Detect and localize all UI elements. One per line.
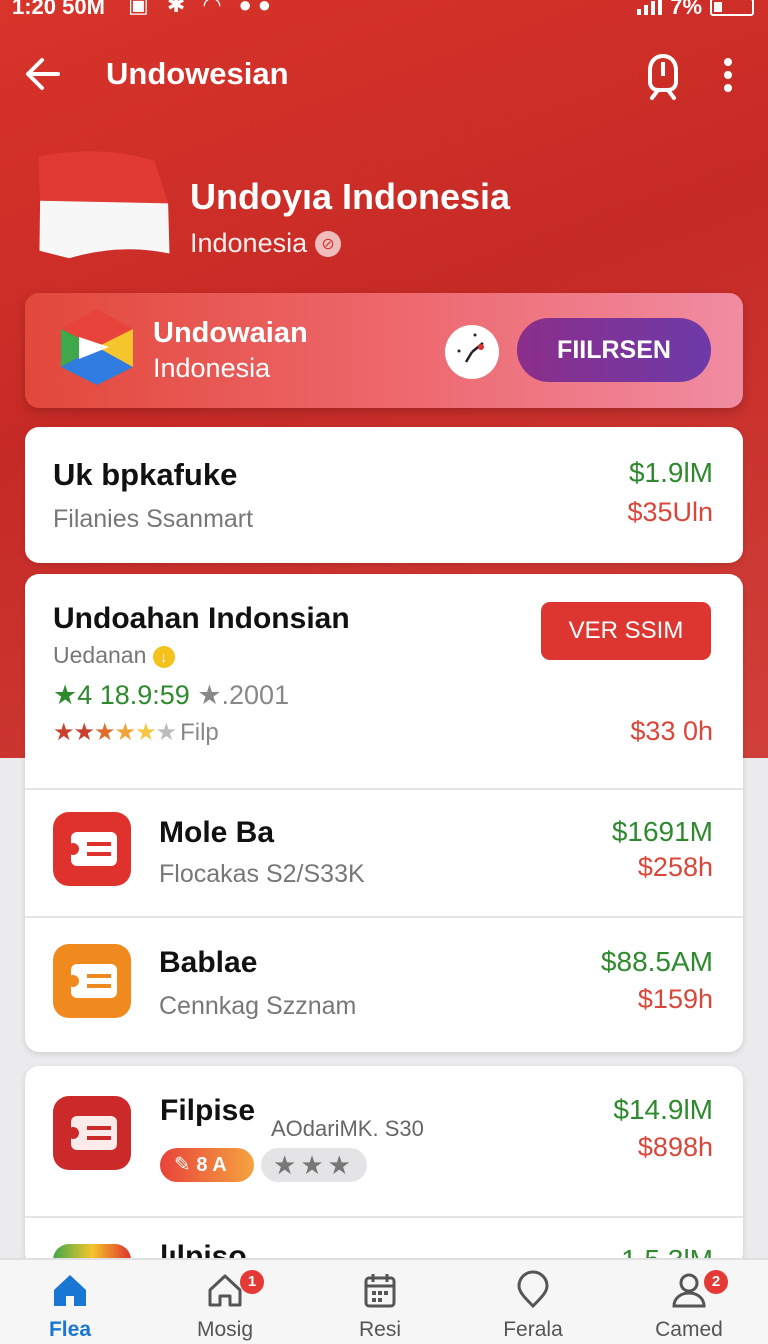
nav-label: Camed	[655, 1318, 723, 1341]
promo-banner[interactable]: Undowaian Indonesia FIILRSEN	[25, 293, 743, 408]
country-header: Undoyıa Indonesia Indonesia ⊘	[190, 176, 510, 259]
summary-title: Uk bpkafuke	[53, 457, 238, 492]
verified-icon: ⊘	[315, 230, 342, 257]
promo-subtitle: Indonesia	[153, 353, 271, 383]
summary-card[interactable]: Uk bpkafuke Filanies Ssanmart $1.9lM $35…	[25, 427, 743, 563]
list-item-title: Bablae	[159, 946, 258, 979]
list-item-subtitle: Flocakas S2/S33K	[159, 860, 365, 888]
back-arrow-icon[interactable]	[22, 52, 66, 96]
bottom-card-title: Filpise	[160, 1094, 256, 1127]
country-subtitle-row: Indonesia ⊘	[190, 228, 510, 259]
pencil-icon: ✎	[174, 1154, 197, 1176]
country-name: Undoyıa Indonesia	[190, 176, 511, 217]
status-time: 1:20 50M	[12, 0, 105, 19]
ticket-icon	[53, 812, 131, 886]
badge-text: 8 A	[196, 1154, 227, 1176]
gold-badge-icon: ↓	[152, 645, 175, 668]
star-icon: ★	[114, 719, 136, 746]
featured-value-red: $33 0h	[630, 716, 713, 746]
promo-action-button[interactable]: FIILRSEN	[517, 318, 711, 382]
more-options-icon[interactable]	[716, 58, 740, 98]
star-icon: ★	[94, 719, 115, 746]
rating-text: ★4 18.9:59	[53, 680, 190, 710]
featured-subtitle-row: Uedanan ↓	[53, 642, 175, 669]
bottom-card[interactable]: Filpise AOdariMK. S30 ✎ 8 A ★★★ $14.9lM …	[25, 1066, 743, 1266]
nav-item-mosig[interactable]: 1 Mosig	[170, 1260, 280, 1344]
indonesia-flag-icon	[29, 138, 177, 269]
location-pin-icon	[513, 1270, 553, 1310]
app-bar: Undowesian	[0, 44, 768, 108]
featured-action-button[interactable]: VER SSIM	[541, 602, 711, 660]
star-icon: ★	[73, 719, 95, 746]
train-icon[interactable]	[640, 52, 686, 102]
bottom-card-badge: ✎ 8 A	[160, 1148, 254, 1182]
nav-label: Flea	[48, 1318, 92, 1341]
list-item-value-green: $1691M	[611, 816, 713, 847]
list-item-value-red: $159h	[637, 984, 713, 1014]
divider	[25, 916, 743, 918]
battery-icon	[710, 0, 754, 16]
nav-item-resi[interactable]: Resi	[325, 1260, 435, 1344]
signal-icon	[637, 0, 663, 15]
user-icon	[669, 1270, 709, 1310]
app-logo-icon	[59, 307, 135, 387]
promo-title: Undowaian	[153, 317, 308, 349]
battery-percent: 7%	[670, 0, 702, 19]
featured-rating: ★4 18.9:59 ★.2001	[53, 680, 289, 711]
country-subtitle: Indonesia	[190, 228, 308, 258]
summary-value-red: $35Uln	[627, 497, 713, 527]
nav-label: Resi	[358, 1318, 401, 1341]
summary-value-green: $1.9lM	[628, 457, 713, 488]
status-icons: ▣ ✱ ◠ ●●	[128, 0, 278, 17]
list-item-value-red: $258h	[637, 852, 713, 882]
nav-label: Mosig	[196, 1318, 254, 1341]
list-item-value-green: $88.5AM	[600, 946, 713, 977]
star-icon: ★	[155, 719, 177, 746]
featured-subtitle: Uedanan	[53, 642, 147, 668]
notification-badge: 1	[240, 1270, 264, 1294]
summary-subtitle: Filanies Ssanmart	[53, 505, 254, 533]
featured-list-card: Undoahan Indonsian Uedanan ↓ VER SSIM ★4…	[25, 574, 743, 1052]
ticket-icon	[53, 1096, 131, 1170]
divider	[25, 788, 743, 790]
list-item-subtitle: Cennkag Szznam	[159, 992, 357, 1020]
bottom-card-stars: ★★★	[261, 1148, 367, 1182]
list-item-title: Mole Ba	[159, 816, 275, 849]
clock-icon[interactable]	[445, 325, 499, 379]
nav-label: Ferala	[503, 1318, 563, 1341]
nav-item-camed[interactable]: 2 Camed	[634, 1260, 744, 1344]
status-bar: 1:20 50M ▣ ✱ ◠ ●● 7%	[0, 0, 768, 24]
calendar-icon	[360, 1270, 400, 1310]
bottom-card-value-red: $898h	[637, 1132, 713, 1162]
house-outline-icon	[205, 1270, 245, 1310]
ticket-icon	[53, 944, 131, 1018]
bottom-card-value-green: $14.9lM	[613, 1094, 713, 1125]
rating-extra: ★.2001	[189, 680, 290, 710]
star-rating: ★★★★★★ Filp	[53, 718, 219, 747]
home-icon	[50, 1270, 90, 1310]
notification-badge: 2	[704, 1270, 728, 1294]
star-icon: ★	[135, 719, 156, 746]
status-right: 7%	[637, 0, 754, 20]
page-title: Undowesian	[106, 56, 289, 91]
nav-item-ferala[interactable]: Ferala	[478, 1260, 588, 1344]
stars-label: Filp	[180, 719, 219, 746]
bottom-navigation: Flea 1 Mosig Resi Ferala 2 Camed	[0, 1258, 768, 1344]
nav-item-flea[interactable]: Flea	[15, 1260, 125, 1344]
featured-title: Undoahan Indonsian	[53, 602, 350, 635]
bottom-card-meta: AOdariMK. S30	[271, 1116, 424, 1141]
star-icon: ★	[53, 719, 74, 746]
